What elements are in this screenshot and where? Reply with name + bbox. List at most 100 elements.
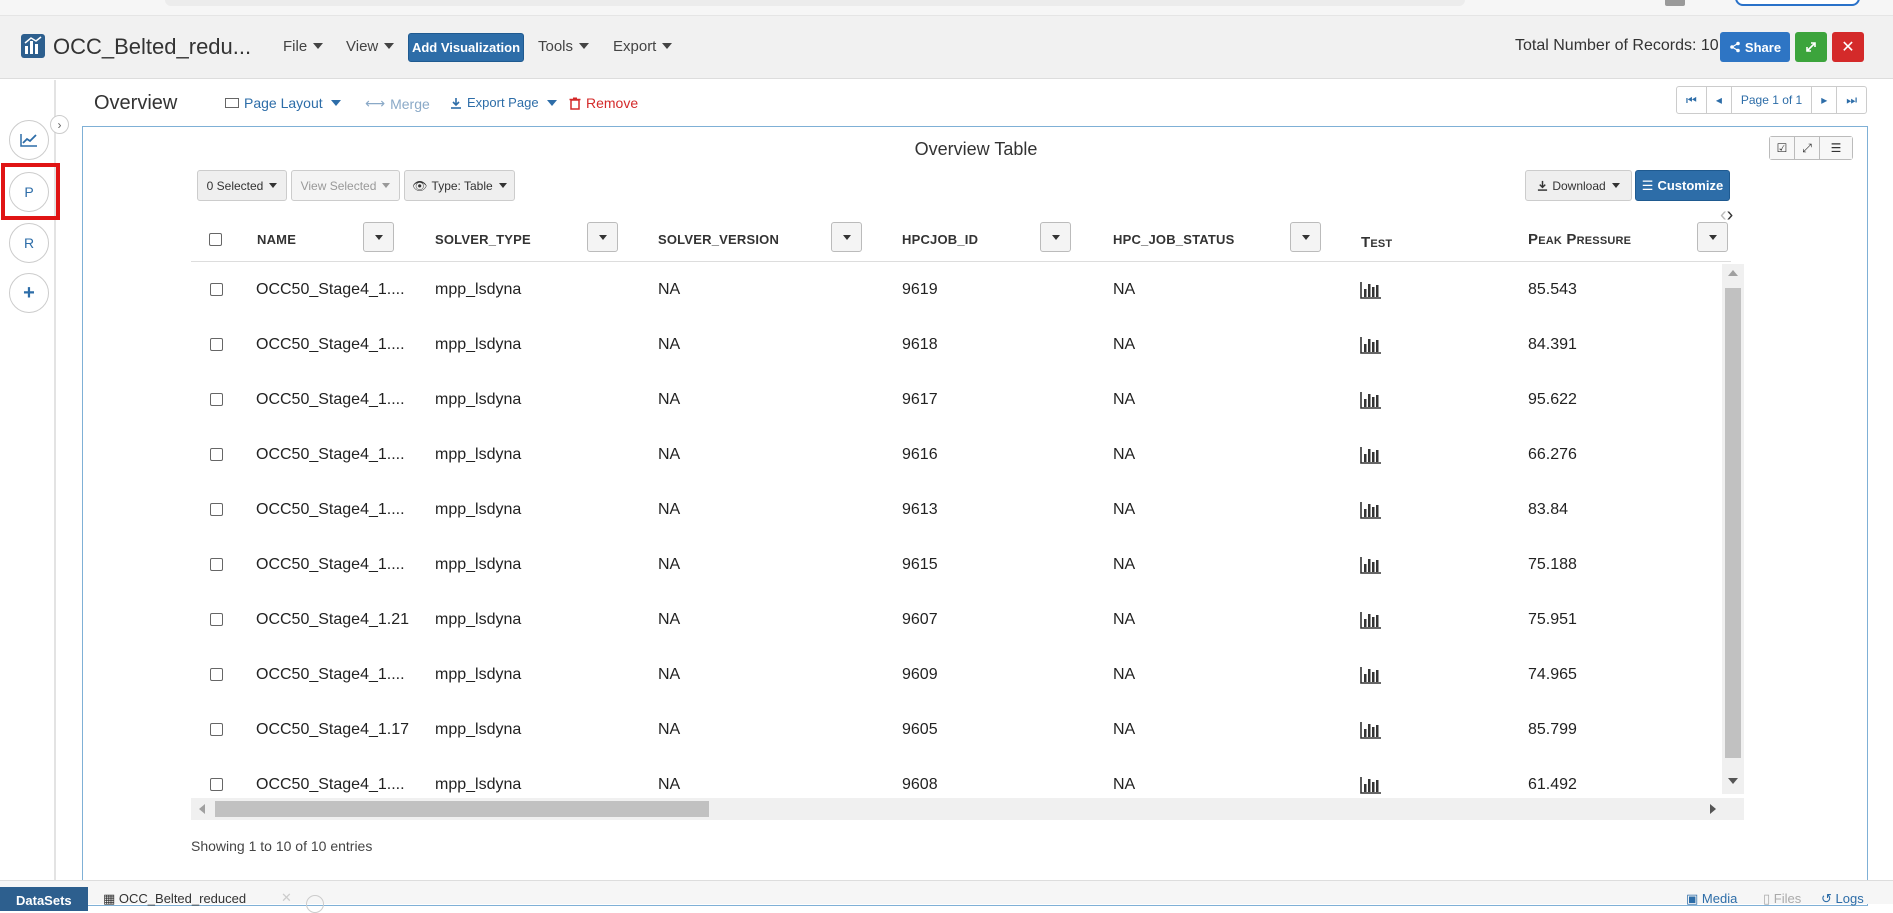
scroll-up-icon[interactable] bbox=[1728, 270, 1738, 276]
column-header-peak-pressure[interactable]: Peak Pressure bbox=[1528, 216, 1631, 262]
add-visualization-button[interactable]: Add Visualization bbox=[408, 33, 524, 62]
prev-page-icon[interactable]: ◂ bbox=[1707, 87, 1732, 113]
download-icon bbox=[451, 97, 461, 109]
table-row[interactable]: OCC50_Stage4_1.17 mpp_lsdyna NA 9605 NA … bbox=[191, 702, 1721, 757]
column-header-solver-type[interactable]: SOLVER_TYPE bbox=[435, 216, 531, 262]
last-page-icon[interactable]: ⏭ bbox=[1837, 87, 1866, 113]
datasets-tab[interactable]: DataSets bbox=[0, 887, 88, 911]
cell-solver-version: NA bbox=[658, 390, 681, 408]
sidebar-expand-toggle[interactable]: › bbox=[50, 115, 69, 134]
column-menu-solver-type[interactable] bbox=[587, 222, 618, 252]
table-row[interactable]: OCC50_Stage4_1.... mpp_lsdyna NA 9615 NA… bbox=[191, 537, 1721, 592]
logs-link[interactable]: ↺ Logs bbox=[1821, 891, 1864, 907]
chevron-left-icon[interactable]: ‹ bbox=[1720, 204, 1727, 226]
column-scroll-arrows[interactable]: ‹› bbox=[1720, 204, 1733, 227]
bar-chart-icon[interactable] bbox=[1360, 372, 1382, 427]
download-dropdown[interactable]: Download bbox=[1525, 170, 1632, 201]
cell-peak-pressure: 75.951 bbox=[1528, 610, 1577, 628]
bar-chart-icon[interactable] bbox=[1360, 427, 1382, 482]
bar-chart-icon[interactable] bbox=[1360, 317, 1382, 372]
fullscreen-button[interactable] bbox=[1795, 32, 1827, 62]
bar-chart-icon[interactable] bbox=[1360, 537, 1382, 592]
table-row[interactable]: OCC50_Stage4_1.21 mpp_lsdyna NA 9607 NA … bbox=[191, 592, 1721, 647]
select-all-checkbox[interactable] bbox=[209, 216, 222, 262]
bar-chart-icon[interactable] bbox=[1360, 592, 1382, 647]
page-layout-button[interactable]: Page Layout bbox=[225, 95, 341, 111]
table-type-dropdown[interactable]: 👁 Type: Table bbox=[404, 170, 515, 201]
horizontal-scroll-thumb[interactable] bbox=[215, 801, 709, 817]
export-page-button[interactable]: Export Page bbox=[450, 95, 557, 110]
row-checkbox[interactable] bbox=[210, 393, 223, 406]
media-link[interactable]: ▣ Media bbox=[1686, 891, 1737, 907]
cell-solver-version: NA bbox=[658, 665, 681, 683]
chevron-right-icon[interactable]: › bbox=[1727, 204, 1734, 226]
expand-icon[interactable]: ⤢ bbox=[1795, 137, 1820, 159]
row-checkbox[interactable] bbox=[210, 613, 223, 626]
row-checkbox[interactable] bbox=[210, 448, 223, 461]
cell-peak-pressure: 61.492 bbox=[1528, 775, 1577, 793]
chevron-down-icon bbox=[1708, 234, 1717, 240]
table-row[interactable]: OCC50_Stage4_1.... mpp_lsdyna NA 9613 NA… bbox=[191, 482, 1721, 537]
column-menu-hpcjob-id[interactable] bbox=[1040, 222, 1071, 252]
view-selected-dropdown[interactable]: View Selected bbox=[291, 170, 400, 201]
row-checkbox[interactable] bbox=[210, 558, 223, 571]
files-link[interactable]: ▯ Files bbox=[1763, 891, 1801, 907]
row-checkbox[interactable] bbox=[210, 668, 223, 681]
menu-icon[interactable]: ☰ bbox=[1820, 137, 1852, 159]
bar-chart-icon[interactable] bbox=[1360, 647, 1382, 702]
selected-count-dropdown[interactable]: 0 Selected bbox=[197, 170, 287, 201]
cell-solver-version: NA bbox=[658, 720, 681, 738]
menu-export[interactable]: Export bbox=[613, 38, 673, 55]
column-menu-hpc-job-status[interactable] bbox=[1290, 222, 1321, 252]
column-header-name[interactable]: NAME bbox=[257, 216, 296, 262]
table-body: OCC50_Stage4_1.... mpp_lsdyna NA 9619 NA… bbox=[191, 262, 1721, 797]
column-menu-name[interactable] bbox=[363, 222, 394, 252]
row-checkbox[interactable] bbox=[210, 283, 223, 296]
column-header-hpc-job-status[interactable]: HPC_JOB_STATUS bbox=[1113, 216, 1235, 262]
share-button[interactable]: Share bbox=[1720, 32, 1790, 62]
add-tab-button[interactable] bbox=[306, 895, 324, 913]
sliders-icon: ☰ bbox=[1641, 177, 1654, 193]
next-page-icon[interactable]: ▸ bbox=[1812, 87, 1838, 113]
menu-tools[interactable]: Tools bbox=[538, 38, 590, 55]
sidebar-page-r-button[interactable]: R bbox=[9, 223, 49, 263]
remove-button[interactable]: Remove bbox=[569, 95, 638, 111]
select-check-icon[interactable]: ☑ bbox=[1770, 137, 1795, 159]
cell-status: NA bbox=[1113, 390, 1136, 408]
table-row[interactable]: OCC50_Stage4_1.... mpp_lsdyna NA 9616 NA… bbox=[191, 427, 1721, 482]
row-checkbox[interactable] bbox=[210, 338, 223, 351]
menu-file[interactable]: File bbox=[283, 38, 324, 55]
cell-peak-pressure: 66.276 bbox=[1528, 445, 1577, 463]
sidebar-chart-button[interactable] bbox=[9, 120, 49, 160]
vertical-scrollbar[interactable] bbox=[1722, 264, 1744, 794]
table-row[interactable]: OCC50_Stage4_1.... mpp_lsdyna NA 9617 NA… bbox=[191, 372, 1721, 427]
table-row[interactable]: OCC50_Stage4_1.... mpp_lsdyna NA 9618 NA… bbox=[191, 317, 1721, 372]
menu-view[interactable]: View bbox=[346, 38, 395, 55]
vertical-scroll-thumb[interactable] bbox=[1725, 288, 1741, 758]
first-page-icon[interactable]: ⏮ bbox=[1677, 87, 1707, 113]
column-header-solver-version[interactable]: SOLVER_VERSION bbox=[658, 216, 779, 262]
sidebar-add-page-button[interactable]: + bbox=[9, 273, 49, 313]
customize-button[interactable]: ☰ Customize bbox=[1635, 170, 1730, 201]
cell-solver-type: mpp_lsdyna bbox=[435, 775, 522, 793]
close-button[interactable]: ✕ bbox=[1832, 32, 1864, 62]
bar-chart-icon[interactable] bbox=[1360, 262, 1382, 317]
scroll-left-icon[interactable] bbox=[199, 804, 205, 814]
horizontal-scrollbar[interactable] bbox=[191, 798, 1744, 820]
row-checkbox[interactable] bbox=[210, 723, 223, 736]
table-row[interactable]: OCC50_Stage4_1.... mpp_lsdyna NA 9619 NA… bbox=[191, 262, 1721, 317]
column-menu-solver-version[interactable] bbox=[831, 222, 862, 252]
bar-chart-icon[interactable] bbox=[1360, 482, 1382, 537]
dataset-tab[interactable]: ▦ OCC_Belted_reduced bbox=[103, 891, 246, 907]
row-checkbox[interactable] bbox=[210, 778, 223, 791]
row-checkbox[interactable] bbox=[210, 503, 223, 516]
bar-chart-icon[interactable] bbox=[1360, 757, 1382, 797]
merge-button[interactable]: ⟷ Merge bbox=[365, 95, 430, 112]
table-row[interactable]: OCC50_Stage4_1.... mpp_lsdyna NA 9608 NA… bbox=[191, 757, 1721, 797]
column-header-hpcjob-id[interactable]: HPCJOB_ID bbox=[902, 216, 978, 262]
bar-chart-icon[interactable] bbox=[1360, 702, 1382, 757]
scroll-down-icon[interactable] bbox=[1728, 778, 1738, 784]
column-header-test[interactable]: Test bbox=[1361, 219, 1392, 265]
scroll-right-icon[interactable] bbox=[1710, 804, 1716, 814]
table-row[interactable]: OCC50_Stage4_1.... mpp_lsdyna NA 9609 NA… bbox=[191, 647, 1721, 702]
